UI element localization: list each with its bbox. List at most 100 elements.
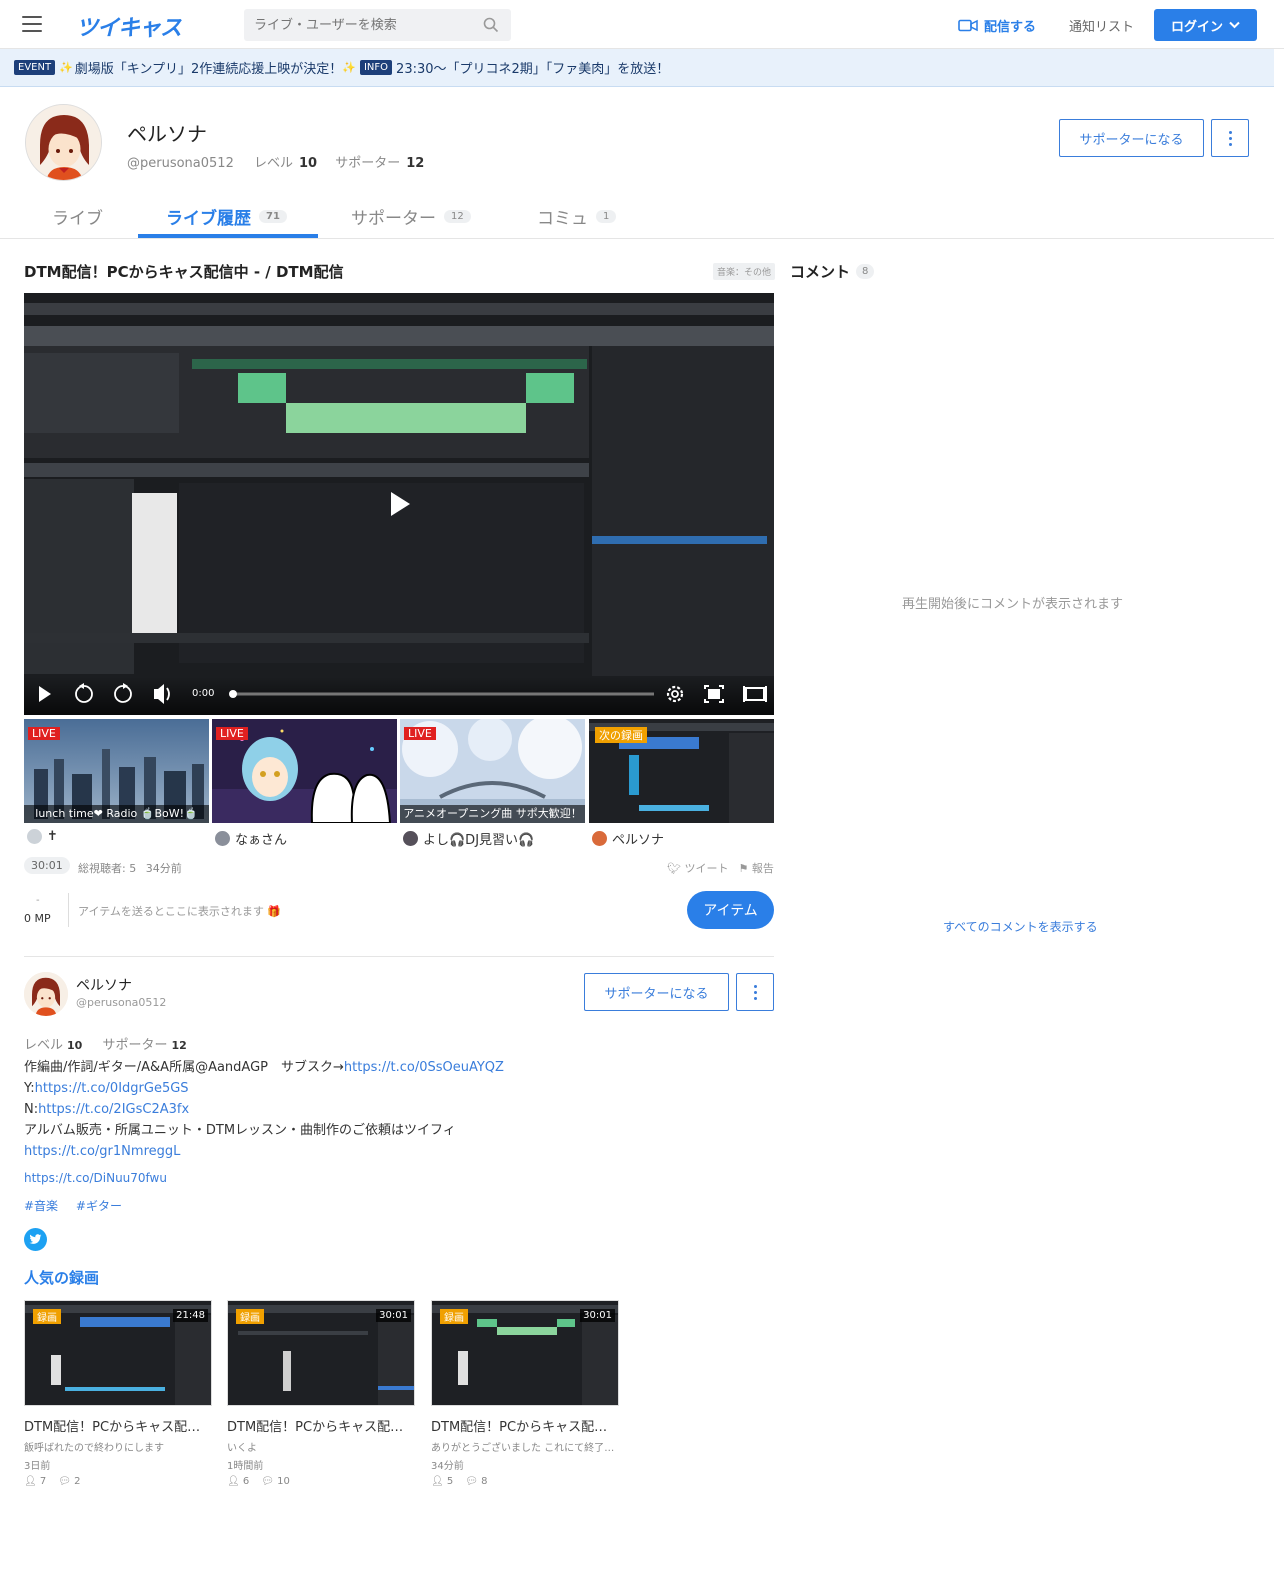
become-supporter-button[interactable]: サポーターになる [1059,119,1204,157]
related-live-card[interactable]: LIVE なぁさん [212,719,397,848]
tweet-link[interactable]: 🐦︎ ツイート [667,860,728,876]
related-user[interactable]: なぁさん [212,829,397,848]
recording-date: 1時間前 [227,1461,264,1472]
total-viewers: 総視聴者: 5 [78,862,137,875]
related-thumbnail[interactable]: LIVE アニメオープニング曲 サポ大歓迎！ [400,719,585,823]
recording-card[interactable]: 録画 30:01 DTM配信！PCからキャス配信中 - / DTM配信 いくよ … [227,1300,415,1487]
tab-label: サポーター [351,208,436,229]
fullscreen-icon[interactable] [704,685,724,703]
comment-count: 8 [481,1476,488,1487]
play-button[interactable] [39,686,51,702]
hashtag[interactable]: #音楽 [24,1199,58,1213]
tab-label: ライブ履歴 [166,208,251,229]
related-live-card[interactable]: LIVE アニメオープニング曲 サポ大歓迎！ よし🎧DJ見習い🎧 [400,719,585,848]
bio-link[interactable]: https://t.co/0IdgrGe5GS [35,1081,189,1096]
more-icon [1228,130,1232,146]
movie-title: DTM配信！PCからキャス配信中 - / DTM配信 [24,263,344,281]
recording-card[interactable]: 録画 21:48 DTM配信！PCからキャス配信中 - / DTM配信 飯呼ばれ… [24,1300,212,1487]
volume-icon[interactable] [154,684,170,704]
bio-link[interactable]: https://t.co/gr1NmreggL [24,1144,180,1159]
related-user[interactable]: よし🎧DJ見習い🎧 [400,829,585,848]
news-ticker[interactable]: EVENT ✨ 劇場版「キンプリ」2作連続応援上映が決定！ ✨ INFO 23:… [0,49,1274,87]
notice-list-link[interactable]: 通知リスト [1069,16,1134,35]
report-link[interactable]: ⚑ 報告 [738,860,773,876]
search-input[interactable] [244,9,474,41]
login-button[interactable]: ログイン [1154,9,1257,41]
forward-10-icon[interactable] [114,683,132,703]
recording-title[interactable]: DTM配信！PCからキャス配信中 - / DTM配信 [227,1416,415,1435]
supporter-label: サポーター [102,1038,168,1053]
supporter-count: 12 [171,1039,187,1052]
tab-community[interactable]: コミュ 1 [537,201,617,231]
show-all-comments-link[interactable]: すべてのコメントを表示する [943,918,1098,935]
viewer-icon: 👤︎ [227,1476,240,1487]
chevron-down-icon [1229,21,1240,29]
viewer-icon: 👤︎ [24,1476,37,1487]
recording-card[interactable]: 録画 30:01 DTM配信！PCからキャス配信中 - / DTM配信 ありがと… [431,1300,619,1487]
item-button[interactable]: アイテム [687,891,774,929]
recording-thumbnail[interactable]: 録画 30:01 [227,1300,415,1406]
info-text[interactable]: 23:30〜「プリコネ2期」「ファ美肉」を放送！ [396,58,669,77]
site-logo[interactable]: ツイキャス [76,10,182,42]
bio-text: 作編曲/作詞/ギター/A&A所属@AandAGP サブスク→ [24,1060,344,1075]
broadcast-button[interactable]: 配信する [958,16,1036,35]
bio-link[interactable]: https://t.co/2IGsC2A3fx [38,1102,189,1117]
tab-label: ライブ [52,208,103,229]
tab-count: 71 [259,209,287,223]
viewer-icon: 👤︎ [431,1476,444,1487]
become-supporter-button[interactable]: サポーターになる [584,973,729,1011]
search-box [244,9,511,41]
seek-handle[interactable] [229,690,237,698]
live-badge: LIVE [28,727,60,740]
profile-avatar[interactable] [25,104,102,181]
play-icon[interactable] [388,490,412,518]
more-options-button[interactable] [1211,119,1249,157]
mp-dash: - [36,895,40,906]
rewind-10-icon[interactable] [75,683,93,703]
more-options-button[interactable] [736,973,774,1011]
user-card-meta: レベル 10 サポーター 12 [24,1034,203,1053]
theater-mode-icon[interactable] [743,686,767,702]
recording-thumbnail[interactable]: 録画 21:48 [24,1300,212,1406]
twitter-icon [29,1234,42,1244]
tab-live-history[interactable]: ライブ履歴 71 [166,201,287,231]
live-badge: LIVE [216,727,248,740]
comment-icon: 💬︎ [261,1476,274,1487]
user-bio: 作編曲/作詞/ギター/A&A所属@AandAGP サブスク→https://t.… [24,1057,504,1162]
bio-text: Y: [24,1081,35,1096]
recording-date: 34分前 [431,1461,464,1472]
bio-link[interactable]: https://t.co/0SsOeuAYQZ [344,1060,504,1075]
event-text[interactable]: 劇場版「キンプリ」2作連続応援上映が決定！ [75,58,343,77]
tab-live[interactable]: ライブ [52,201,103,231]
comment-icon: 💬︎ [58,1476,71,1487]
search-icon[interactable] [483,17,499,33]
related-live-card[interactable]: LIVE lunch time❤ Radio 🍵BoW!🍵 ✝ [24,719,209,844]
tab-label: コミュ [537,208,588,229]
recording-thumbnail[interactable]: 録画 30:01 [431,1300,619,1406]
player-controls: 0:00 [24,677,774,715]
category-badge[interactable]: 音楽：その他 [713,263,776,280]
report-label: 報告 [751,862,774,875]
related-user[interactable]: ✝ [24,829,209,844]
supporter-count: 12 [406,156,425,171]
user-avatar [215,831,230,846]
recording-title[interactable]: DTM配信！PCからキャス配信中 - / DTM配信 [431,1416,619,1435]
active-tab-indicator [138,234,318,238]
next-recording-card[interactable]: 次の録画 ペルソナ [589,719,774,848]
tab-supporters[interactable]: サポーター 12 [351,201,471,231]
twitter-profile-button[interactable] [24,1228,47,1251]
related-user[interactable]: ペルソナ [589,829,774,848]
hashtag[interactable]: #ギター [76,1199,122,1213]
broadcast-label: 配信する [984,20,1037,35]
settings-icon[interactable] [666,685,684,703]
menu-icon[interactable] [22,16,42,32]
user-website-link[interactable]: https://t.co/DiNuu70fwu [24,1171,167,1185]
user-card-avatar[interactable] [24,972,68,1016]
related-thumbnail[interactable]: 次の録画 [589,719,774,823]
comments-count: 8 [856,264,875,279]
related-thumbnail[interactable]: LIVE lunch time❤ Radio 🍵BoW!🍵 [24,719,209,823]
recording-title[interactable]: DTM配信！PCからキャス配信中 - / DTM配信 [24,1416,212,1435]
user-card-name[interactable]: ペルソナ [76,975,132,995]
recording-subtitle: 飯呼ばれたので終わりにします [24,1443,164,1454]
related-thumbnail[interactable]: LIVE [212,719,397,823]
